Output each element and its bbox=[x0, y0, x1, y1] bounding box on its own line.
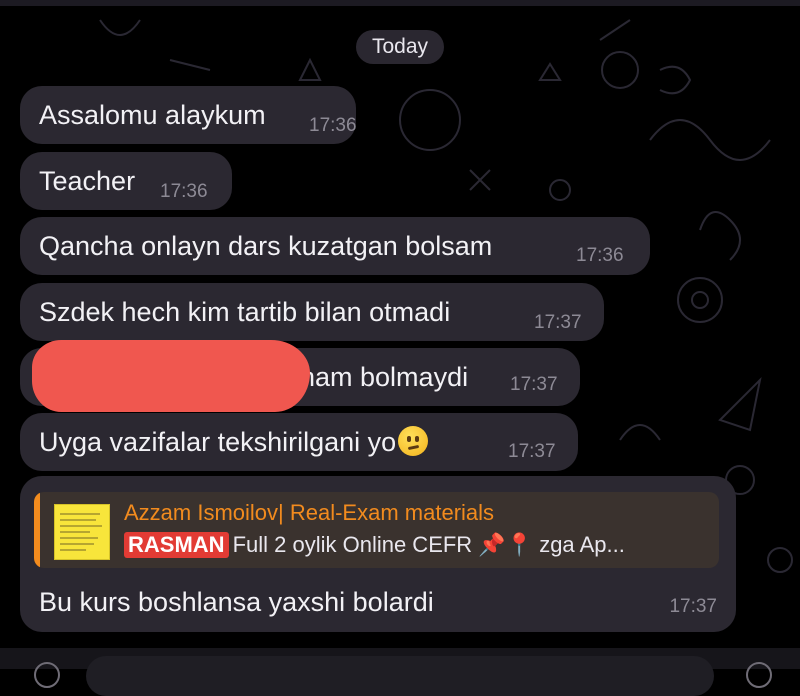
message-time: 17:37 bbox=[510, 374, 558, 395]
message-time: 17:37 bbox=[508, 441, 556, 462]
message-time: 17:36 bbox=[576, 245, 624, 266]
quoted-text: Full 2 oylik Online CEFR 📌📍 zga Ap... bbox=[232, 532, 625, 557]
message-bubble[interactable]: Uyga vazifalar tekshirilgani yo 17:37 bbox=[20, 413, 578, 471]
quoted-badge: RASMAN bbox=[124, 532, 229, 558]
message-time: 17:36 bbox=[309, 115, 357, 136]
message-input[interactable] bbox=[86, 656, 714, 696]
attach-icon[interactable] bbox=[34, 662, 60, 688]
message-bubble[interactable]: Assalomu alaykum 17:36 bbox=[20, 86, 357, 144]
quoted-message[interactable]: Azzam Ismoilov| Real-Exam materials RASM… bbox=[34, 492, 719, 568]
redaction-mark bbox=[32, 340, 310, 412]
message-text: Assalomu alaykum bbox=[39, 100, 266, 130]
quoted-thumbnail bbox=[54, 504, 110, 560]
message-bubble[interactable]: Qancha onlayn dars kuzatgan bolsam 17:36 bbox=[20, 217, 650, 275]
message-time: 17:37 bbox=[534, 312, 582, 333]
message-text: Bu kurs boshlansa yaxshi bolardi bbox=[39, 587, 434, 617]
message-text: ham bolmaydi bbox=[300, 362, 469, 392]
quote-accent-bar bbox=[34, 492, 40, 568]
confused-face-icon bbox=[398, 426, 429, 456]
quoted-sender: Azzam Ismoilov| Real-Exam materials bbox=[124, 500, 495, 525]
sticker-icon[interactable] bbox=[746, 662, 772, 688]
message-text: Uyga vazifalar tekshirilgani yo bbox=[39, 426, 429, 458]
message-bubble[interactable]: Teacher 17:36 bbox=[20, 152, 232, 210]
quoted-text-line: RASMAN Full 2 oylik Online CEFR 📌📍 zga Ap… bbox=[124, 532, 625, 558]
message-text: Szdek hech kim tartib bilan otmadi bbox=[39, 297, 451, 327]
message-text: Qancha onlayn dars kuzatgan bolsam bbox=[39, 231, 493, 261]
message-time: 17:37 bbox=[669, 596, 717, 617]
message-bubble[interactable]: Szdek hech kim tartib bilan otmadi 17:37 bbox=[20, 283, 604, 341]
message-text: Teacher bbox=[39, 166, 136, 196]
reply-message-bubble[interactable]: Azzam Ismoilov| Real-Exam materials RASM… bbox=[20, 476, 736, 632]
date-separator: Today bbox=[356, 30, 444, 64]
message-time: 17:36 bbox=[160, 181, 208, 202]
